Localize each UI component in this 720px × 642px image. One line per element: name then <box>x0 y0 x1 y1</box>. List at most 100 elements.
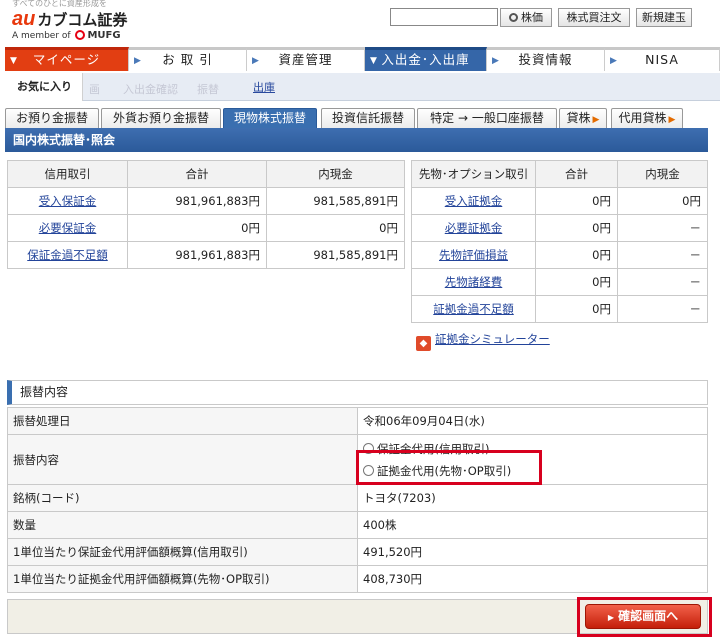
favorite-ghost-item: 振替 <box>197 83 219 96</box>
deposited-collateral-link[interactable]: 受入証拠金 <box>445 194 503 208</box>
cash-cell: － <box>617 214 708 242</box>
favorites-bar: お気に入り 画 入出金確認 振替 出庫 <box>5 73 720 101</box>
total-cell: 0円 <box>535 241 618 269</box>
cash-cell: 0円 <box>266 214 405 242</box>
search-icon <box>509 13 518 22</box>
calculator-icon: ◆ <box>416 336 431 351</box>
futures-table: 先物･オプション取引 合計 内現金 受入証拠金 0円 0円 必要証拠金 0円 －… <box>411 160 708 323</box>
arrow-right-icon: ▶ <box>134 56 142 66</box>
sub-tabs: お預り金振替 外貨お預り金振替 現物株式振替 投資信託振替 特定 → 一般口座振… <box>5 108 720 128</box>
stock-buy-order-button[interactable]: 株式買注文 <box>558 8 630 27</box>
tab-substitute-lending-label: 代用貸株 <box>618 111 667 125</box>
date-label: 振替処理日 <box>7 407 358 435</box>
column-header: 内現金 <box>266 160 405 188</box>
row-label-cell: 先物諸経費 <box>411 268 536 296</box>
stock-value: トヨタ(7203) <box>357 484 708 512</box>
new-position-button[interactable]: 新規建玉 <box>636 8 692 27</box>
arrow-right-icon: ▶ <box>492 56 500 66</box>
futures-eval-label: 1単位当たり証拠金代用評価額概算(先物･OP取引) <box>7 565 358 593</box>
favorite-ghost-item: 入出金確認 <box>123 83 178 96</box>
tab-deposit-transfer[interactable]: お預り金振替 <box>5 108 99 128</box>
cash-cell: 0円 <box>617 187 708 215</box>
tab-substitute-lending[interactable]: 代用貸株 ▶ <box>611 108 683 128</box>
tab-fund-transfer[interactable]: 投資信託振替 <box>321 108 415 128</box>
favorite-link[interactable]: 出庫 <box>253 79 275 95</box>
table-row: 先物諸経費 0円 － <box>411 268 708 296</box>
logo-au: au <box>12 8 36 30</box>
table-row: 保証金過不足額 981,961,883円 981,585,891円 <box>7 241 405 269</box>
arrow-right-icon: ▶ <box>668 115 676 125</box>
confirm-button[interactable]: ▶ 確認画面へ <box>585 604 701 629</box>
arrow-right-icon: ▶ <box>607 613 615 622</box>
cash-cell: － <box>617 268 708 296</box>
margin-eval-label: 1単位当たり保証金代用評価額概算(信用取引) <box>7 538 358 566</box>
required-collateral-link[interactable]: 必要証拠金 <box>445 221 503 235</box>
cash-cell: － <box>617 295 708 323</box>
cash-cell: － <box>617 241 708 269</box>
mufg-prefix: A member of <box>12 31 71 41</box>
futures-eval-value: 408,730円 <box>357 565 708 593</box>
nav-mypage-label: マイページ <box>32 52 101 67</box>
required-margin-link[interactable]: 必要保証金 <box>39 221 97 235</box>
nav-info-label: 投資情報 <box>518 52 573 67</box>
site-logo[interactable]: au カブコム証券 <box>12 8 127 31</box>
deposited-margin-link[interactable]: 受入保証金 <box>39 194 97 208</box>
collateral-surplus-link[interactable]: 証拠金過不足額 <box>433 302 514 316</box>
table-row: 銘柄(コード) トヨタ(7203) <box>7 484 708 512</box>
margin-table: 信用取引 合計 内現金 受入保証金 981,961,883円 981,585,8… <box>7 160 405 269</box>
stock-price-search-button[interactable]: 株価 <box>500 8 552 27</box>
site-header: すべてのひとに資産形成を au カブコム証券 A member of MUFG 株… <box>0 0 720 44</box>
tab-stock-lending[interactable]: 貸株 ▶ <box>559 108 607 128</box>
nav-nisa[interactable]: ▶ NISA <box>605 47 720 71</box>
tab-fx-deposit-transfer[interactable]: 外貨お預り金振替 <box>101 108 221 128</box>
transfer-table: 振替処理日 令和06年09月04日(水) 振替内容 保証金代用(信用取引) 証拠… <box>7 407 708 593</box>
tab-account-transfer[interactable]: 特定 → 一般口座振替 <box>417 108 557 128</box>
nav-mypage[interactable]: ▼ マイページ <box>5 47 129 71</box>
stock-price-label: 株価 <box>521 11 543 24</box>
mufg-name: MUFG <box>87 30 121 41</box>
total-cell: 0円 <box>535 295 618 323</box>
futures-expenses-link[interactable]: 先物諸経費 <box>445 275 503 289</box>
row-label-cell: 先物評価損益 <box>411 241 536 269</box>
total-cell: 0円 <box>535 268 618 296</box>
mufg-badge: A member of MUFG <box>12 30 121 41</box>
nav-deposit[interactable]: ▼ 入出金･入出庫 <box>365 47 487 71</box>
stock-label: 銘柄(コード) <box>7 484 358 512</box>
total-cell: 0円 <box>127 214 267 242</box>
table-row: 1単位当たり証拠金代用評価額概算(先物･OP取引) 408,730円 <box>7 565 708 593</box>
mufg-mark-icon <box>75 30 86 40</box>
futures-pnl-link[interactable]: 先物評価損益 <box>439 248 508 262</box>
nav-info[interactable]: ▶ 投資情報 <box>487 47 605 71</box>
table-row: 振替処理日 令和06年09月04日(水) <box>7 407 708 435</box>
cash-cell: 981,585,891円 <box>266 187 405 215</box>
total-cell: 981,961,883円 <box>127 187 267 215</box>
nav-assets-label: 資産管理 <box>278 52 333 67</box>
simulator-link[interactable]: ◆ 証拠金シミュレーター <box>416 331 550 351</box>
row-label-cell: 必要証拠金 <box>411 214 536 242</box>
arrow-right-icon: ▶ <box>252 56 260 66</box>
logo-name: カブコム証券 <box>37 11 128 29</box>
column-header: 合計 <box>535 160 618 188</box>
tab-stock-lending-label: 貸株 <box>566 111 591 125</box>
nav-trade[interactable]: ▶ お 取 引 <box>129 47 247 71</box>
table-row: 1単位当たり保証金代用評価額概算(信用取引) 491,520円 <box>7 538 708 566</box>
stock-search-input[interactable] <box>390 8 498 26</box>
nav-assets[interactable]: ▶ 資産管理 <box>247 47 365 71</box>
table-row: 証拠金過不足額 0円 － <box>411 295 708 323</box>
margin-surplus-link[interactable]: 保証金過不足額 <box>27 248 108 262</box>
dropdown-icon: ▼ <box>370 56 378 66</box>
favorites-tab[interactable]: お気に入り <box>5 73 83 101</box>
highlight-box <box>356 450 542 485</box>
nav-trade-label: お 取 引 <box>162 52 213 67</box>
nav-nisa-label: NISA <box>645 52 679 67</box>
margin-eval-value: 491,520円 <box>357 538 708 566</box>
transfer-section-title: 振替内容 <box>7 380 708 405</box>
column-header: 先物･オプション取引 <box>411 160 536 188</box>
simulator-label: 証拠金シミュレーター <box>435 332 550 346</box>
total-cell: 0円 <box>535 187 618 215</box>
tab-stock-transfer[interactable]: 現物株式振替 <box>223 108 317 128</box>
total-cell: 981,961,883円 <box>127 241 267 269</box>
column-header: 信用取引 <box>7 160 128 188</box>
arrow-right-icon: ▶ <box>610 56 618 66</box>
row-label-cell: 証拠金過不足額 <box>411 295 536 323</box>
